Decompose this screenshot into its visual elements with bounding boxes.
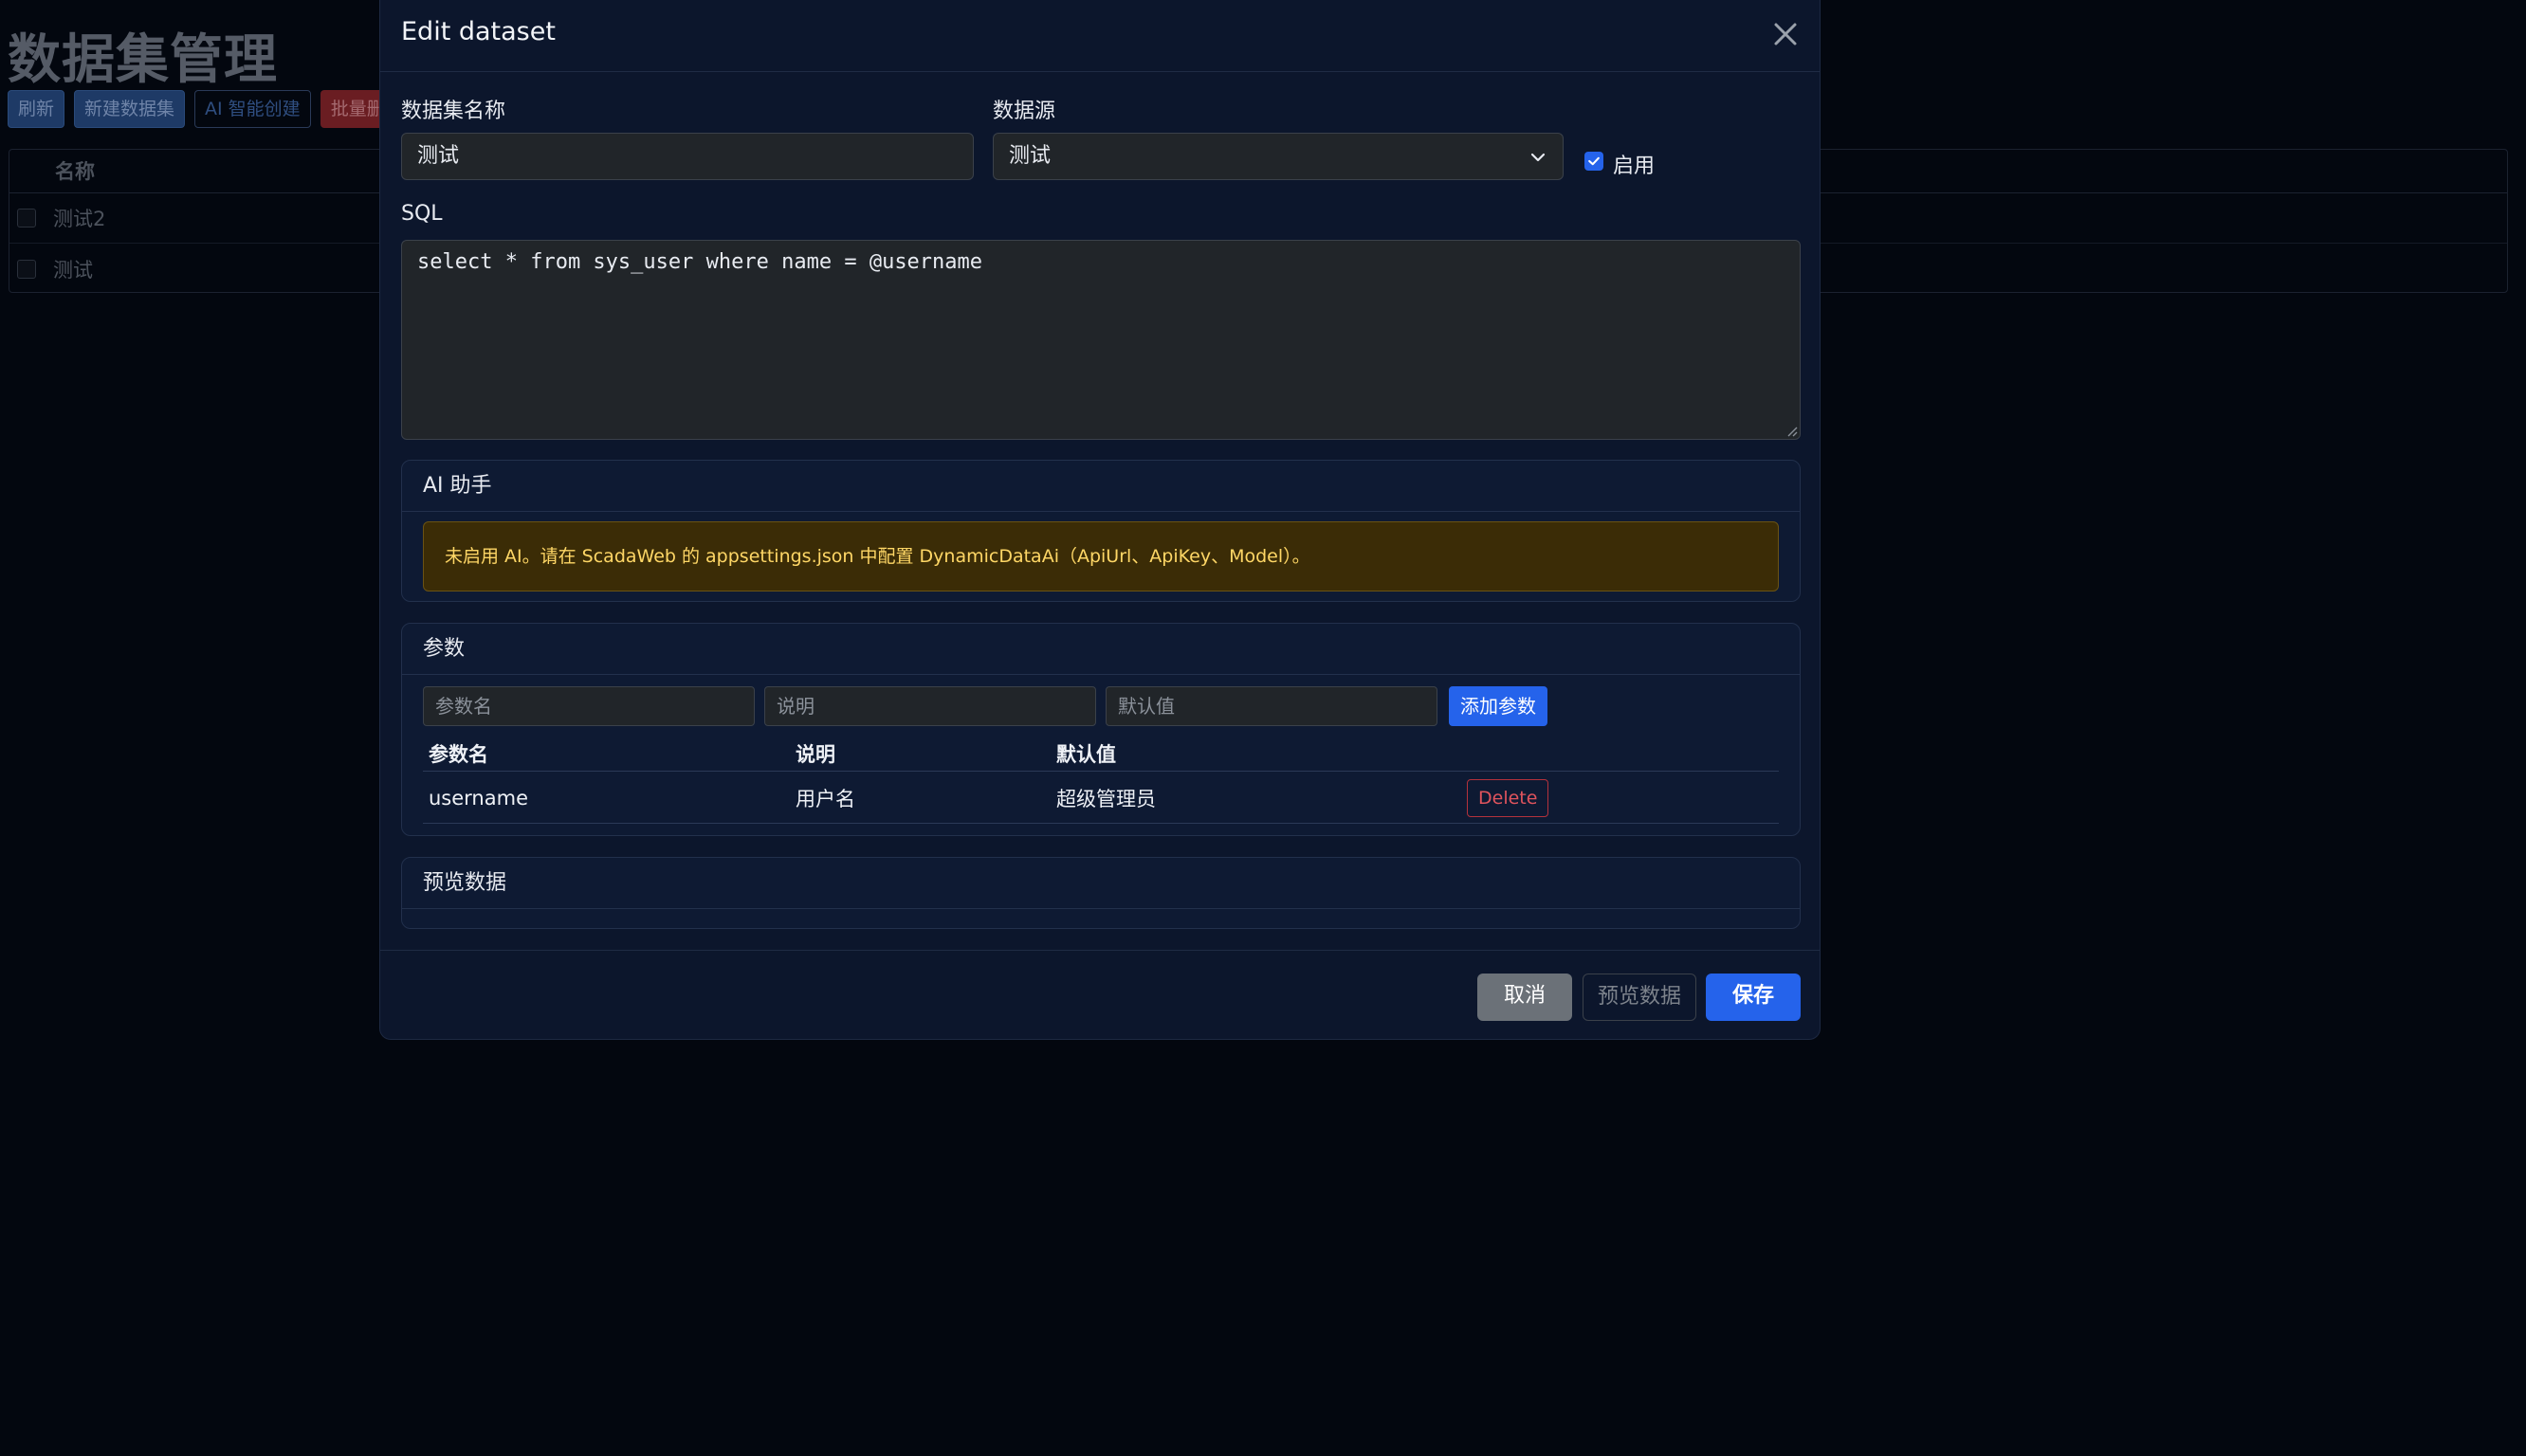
modal-title: Edit dataset: [401, 17, 556, 46]
close-icon[interactable]: [1768, 17, 1803, 51]
col-param-name: 参数名: [429, 742, 488, 766]
ai-assistant-card: AI 助手 未启用 AI。请在 ScadaWeb 的 appsettings.j…: [401, 460, 1801, 602]
row-checkbox[interactable]: [17, 209, 36, 228]
resize-grip-icon[interactable]: [1785, 424, 1798, 437]
delete-param-button[interactable]: Delete: [1467, 778, 1549, 817]
enabled-checkbox[interactable]: [1584, 152, 1603, 171]
cancel-button[interactable]: 取消: [1477, 974, 1572, 1021]
params-card: 参数 参数名 说明 默认值 添加参数 参数名 说明 默认值 username 用…: [401, 623, 1801, 836]
row-name: 测试: [53, 258, 93, 282]
refresh-button[interactable]: 刷新: [8, 90, 65, 128]
datasource-select[interactable]: 测试: [993, 133, 1564, 180]
toolbar: 刷新 新建数据集 AI 智能创建 批量删: [8, 90, 395, 128]
name-label: 数据集名称: [401, 100, 506, 123]
param-name-cell: username: [429, 786, 528, 810]
sql-text: select * from sys_user where name = @use…: [417, 250, 983, 274]
param-desc-input[interactable]: 说明: [764, 686, 1096, 726]
ai-create-button[interactable]: AI 智能创建: [194, 90, 311, 128]
add-param-button[interactable]: 添加参数: [1449, 686, 1547, 726]
datasource-value: 测试: [1009, 144, 1052, 168]
sql-label: SQL: [401, 202, 443, 226]
col-description: 说明: [796, 742, 835, 766]
edit-dataset-modal: Edit dataset 数据集名称 测试 数据源 测试 启用 SQL sele…: [379, 0, 1821, 1040]
row-checkbox[interactable]: [17, 259, 36, 279]
save-button[interactable]: 保存: [1706, 974, 1801, 1021]
preview-data-button[interactable]: 预览数据: [1583, 974, 1696, 1021]
col-default: 默认值: [1056, 742, 1116, 766]
check-icon: [1588, 156, 1600, 166]
param-default-input[interactable]: 默认值: [1106, 686, 1437, 726]
name-input[interactable]: 测试: [401, 133, 974, 180]
table-row: username 用户名 超级管理员 Delete: [423, 773, 1779, 824]
param-name-input[interactable]: 参数名: [423, 686, 755, 726]
page-title: 数据集管理: [8, 29, 278, 91]
modal-header: Edit dataset: [380, 0, 1820, 72]
params-title: 参数: [402, 624, 1800, 675]
chevron-down-icon: [1530, 153, 1546, 162]
enabled-label: 启用: [1613, 155, 1656, 178]
sql-textarea[interactable]: select * from sys_user where name = @use…: [401, 240, 1801, 440]
ai-assistant-title: AI 助手: [402, 461, 1800, 512]
datasource-label: 数据源: [993, 100, 1056, 123]
modal-footer: 取消 预览数据 保存: [380, 950, 1820, 1040]
row-name: 测试2: [53, 208, 106, 230]
param-desc-cell: 用户名: [796, 787, 855, 810]
param-default-cell: 超级管理员: [1056, 787, 1156, 810]
preview-title: 预览数据: [402, 858, 1800, 909]
ai-disabled-alert: 未启用 AI。请在 ScadaWeb 的 appsettings.json 中配…: [423, 521, 1779, 592]
params-table-header: 参数名 说明 默认值: [423, 736, 1779, 772]
new-dataset-button[interactable]: 新建数据集: [74, 90, 186, 128]
preview-card: 预览数据: [401, 857, 1801, 929]
